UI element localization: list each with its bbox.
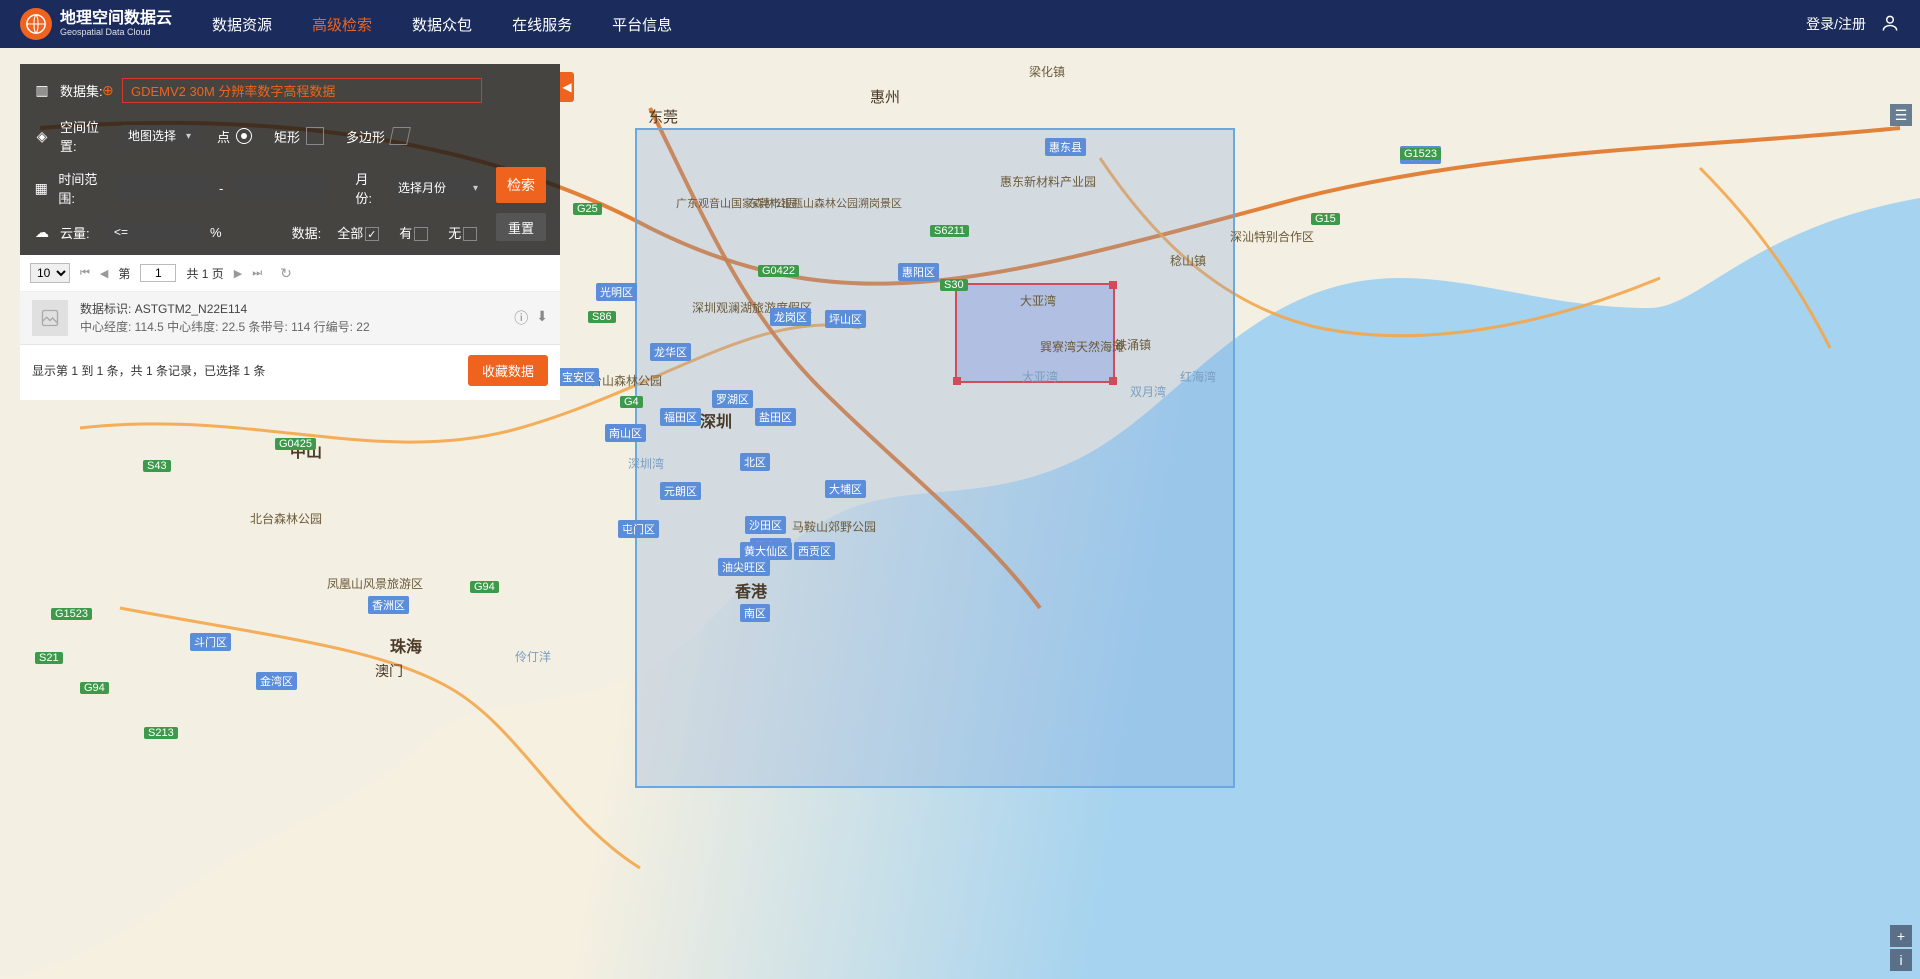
row-dataset: ▥ 数据集: ⊕ [34, 78, 482, 103]
data-none-opt[interactable]: 无 [448, 223, 477, 242]
search-area-rect[interactable] [635, 128, 1235, 788]
info-button[interactable]: i [1890, 949, 1912, 971]
cloud-pct: % [210, 225, 222, 240]
nav-data-resources[interactable]: 数据资源 [212, 14, 272, 35]
time-from-input[interactable] [115, 177, 209, 199]
checkbox-icon [414, 227, 428, 241]
result-id-label: 数据标识: [80, 302, 131, 316]
reset-button[interactable]: 重置 [496, 213, 546, 241]
logo[interactable]: 地理空间数据云 Geospatial Data Cloud [20, 8, 172, 40]
zoom-in-button[interactable]: + [1890, 925, 1912, 947]
time-to-input[interactable] [233, 177, 327, 199]
shape-rect[interactable]: 矩形 [274, 127, 324, 146]
data-label: 数据: [292, 223, 322, 242]
row-spatial: ◈ 空间位置: 地图选择 点 矩形 多边形 [34, 117, 482, 155]
cloud-icon: ☁ [34, 224, 50, 241]
month-label: 月份: [355, 169, 382, 207]
calendar-icon: ▦ [34, 180, 48, 197]
nav-platform-info[interactable]: 平台信息 [612, 14, 672, 35]
page-total: 共 1 页 [186, 265, 223, 282]
globe-icon [20, 8, 52, 40]
download-icon[interactable]: ⬇ [536, 308, 548, 328]
app-header: 地理空间数据云 Geospatial Data Cloud 数据资源 高级检索 … [0, 0, 1920, 48]
result-bounding-box[interactable] [955, 283, 1115, 383]
result-actions: ⓘ ⬇ [514, 308, 548, 328]
pager-first-icon[interactable]: ⏮ [80, 267, 90, 280]
data-has-opt[interactable]: 有 [399, 223, 428, 242]
cloud-label: 云量: [60, 223, 98, 242]
checkbox-icon [463, 227, 477, 241]
add-dataset-icon[interactable]: ⊕ [102, 82, 114, 99]
results-summary: 显示第 1 到 1 条，共 1 条记录，已选择 1 条 [32, 362, 265, 379]
cloud-input[interactable] [108, 221, 200, 243]
panel-collapse-button[interactable]: ◀ [560, 72, 574, 102]
collect-button[interactable]: 收藏数据 [468, 355, 548, 386]
shape-poly[interactable]: 多边形 [346, 127, 409, 146]
results-footer: 显示第 1 到 1 条，共 1 条记录，已选择 1 条 收藏数据 [20, 345, 560, 400]
logo-cn: 地理空间数据云 [60, 10, 172, 28]
dataset-input[interactable] [122, 78, 482, 103]
map-select[interactable]: 地图选择 [122, 125, 195, 147]
location-icon: ◈ [34, 128, 50, 145]
page-number-input[interactable] [140, 264, 176, 282]
radio-point-icon [236, 128, 252, 144]
bbox-handle-tr[interactable] [1109, 281, 1117, 289]
search-form: ▥ 数据集: ⊕ ◈ 空间位置: 地图选择 点 矩形 多边形 ▦ [20, 64, 560, 255]
dataset-icon: ▥ [34, 82, 50, 99]
result-info: 数据标识: ASTGTM2_N22E114 中心经度: 114.5 中心纬度: … [80, 300, 370, 336]
page-size-select[interactable]: 10 [30, 263, 70, 283]
action-button-column: 检索 重置 [496, 78, 546, 243]
result-row[interactable]: 数据标识: ASTGTM2_N22E114 中心经度: 114.5 中心纬度: … [20, 292, 560, 345]
rect-icon [306, 127, 324, 145]
user-icon[interactable] [1880, 13, 1900, 36]
bbox-handle-tl[interactable] [953, 281, 961, 289]
bbox-handle-br[interactable] [1109, 377, 1117, 385]
result-meta: 中心经度: 114.5 中心纬度: 22.5 条带号: 114 行编号: 22 [80, 318, 370, 336]
row-cloud: ☁ 云量: % 数据: 全部 有 无 [34, 221, 482, 243]
pager-prev-icon[interactable]: ◀ [100, 267, 108, 280]
time-label: 时间范围: [58, 169, 105, 207]
logo-text: 地理空间数据云 Geospatial Data Cloud [60, 10, 172, 37]
nav-advanced-search[interactable]: 高级检索 [312, 14, 372, 35]
header-right: 登录/注册 [1806, 13, 1900, 36]
result-id-value: ASTGTM2_N22E114 [135, 302, 248, 316]
pager-refresh-icon[interactable]: ↻ [280, 265, 292, 282]
checkbox-icon [365, 227, 379, 241]
month-select[interactable]: 选择月份 [392, 177, 482, 199]
login-link[interactable]: 登录/注册 [1806, 14, 1866, 34]
nav-crowdsource[interactable]: 数据众包 [412, 14, 472, 35]
page-prefix: 第 [118, 265, 130, 282]
search-button[interactable]: 检索 [496, 167, 546, 203]
results-panel: 10 ⏮ ◀ 第 共 1 页 ▶ ⏭ ↻ 数据标识: ASTGTM2_N22E1… [20, 255, 560, 400]
pager-next-icon[interactable]: ▶ [234, 267, 242, 280]
data-all-opt[interactable]: 全部 [337, 223, 379, 242]
info-icon[interactable]: ⓘ [514, 308, 528, 328]
bbox-handle-bl[interactable] [953, 377, 961, 385]
time-separator: - [219, 181, 223, 196]
spatial-label: 空间位置: [60, 117, 112, 155]
logo-en: Geospatial Data Cloud [60, 28, 172, 38]
nav-online-services[interactable]: 在线服务 [512, 14, 572, 35]
pager-last-icon[interactable]: ⏭ [252, 267, 262, 280]
corner-tools: + i [1890, 925, 1912, 971]
shape-point[interactable]: 点 [217, 127, 252, 146]
top-nav: 数据资源 高级检索 数据众包 在线服务 平台信息 [212, 14, 672, 35]
result-thumbnail [32, 300, 68, 336]
search-panel: ▥ 数据集: ⊕ ◈ 空间位置: 地图选择 点 矩形 多边形 ▦ [20, 64, 560, 400]
row-time: ▦ 时间范围: - 月份: 选择月份 [34, 169, 482, 207]
pager: 10 ⏮ ◀ 第 共 1 页 ▶ ⏭ ↻ [20, 255, 560, 292]
poly-icon [389, 127, 411, 145]
layers-menu-icon[interactable]: ☰ [1890, 104, 1912, 126]
